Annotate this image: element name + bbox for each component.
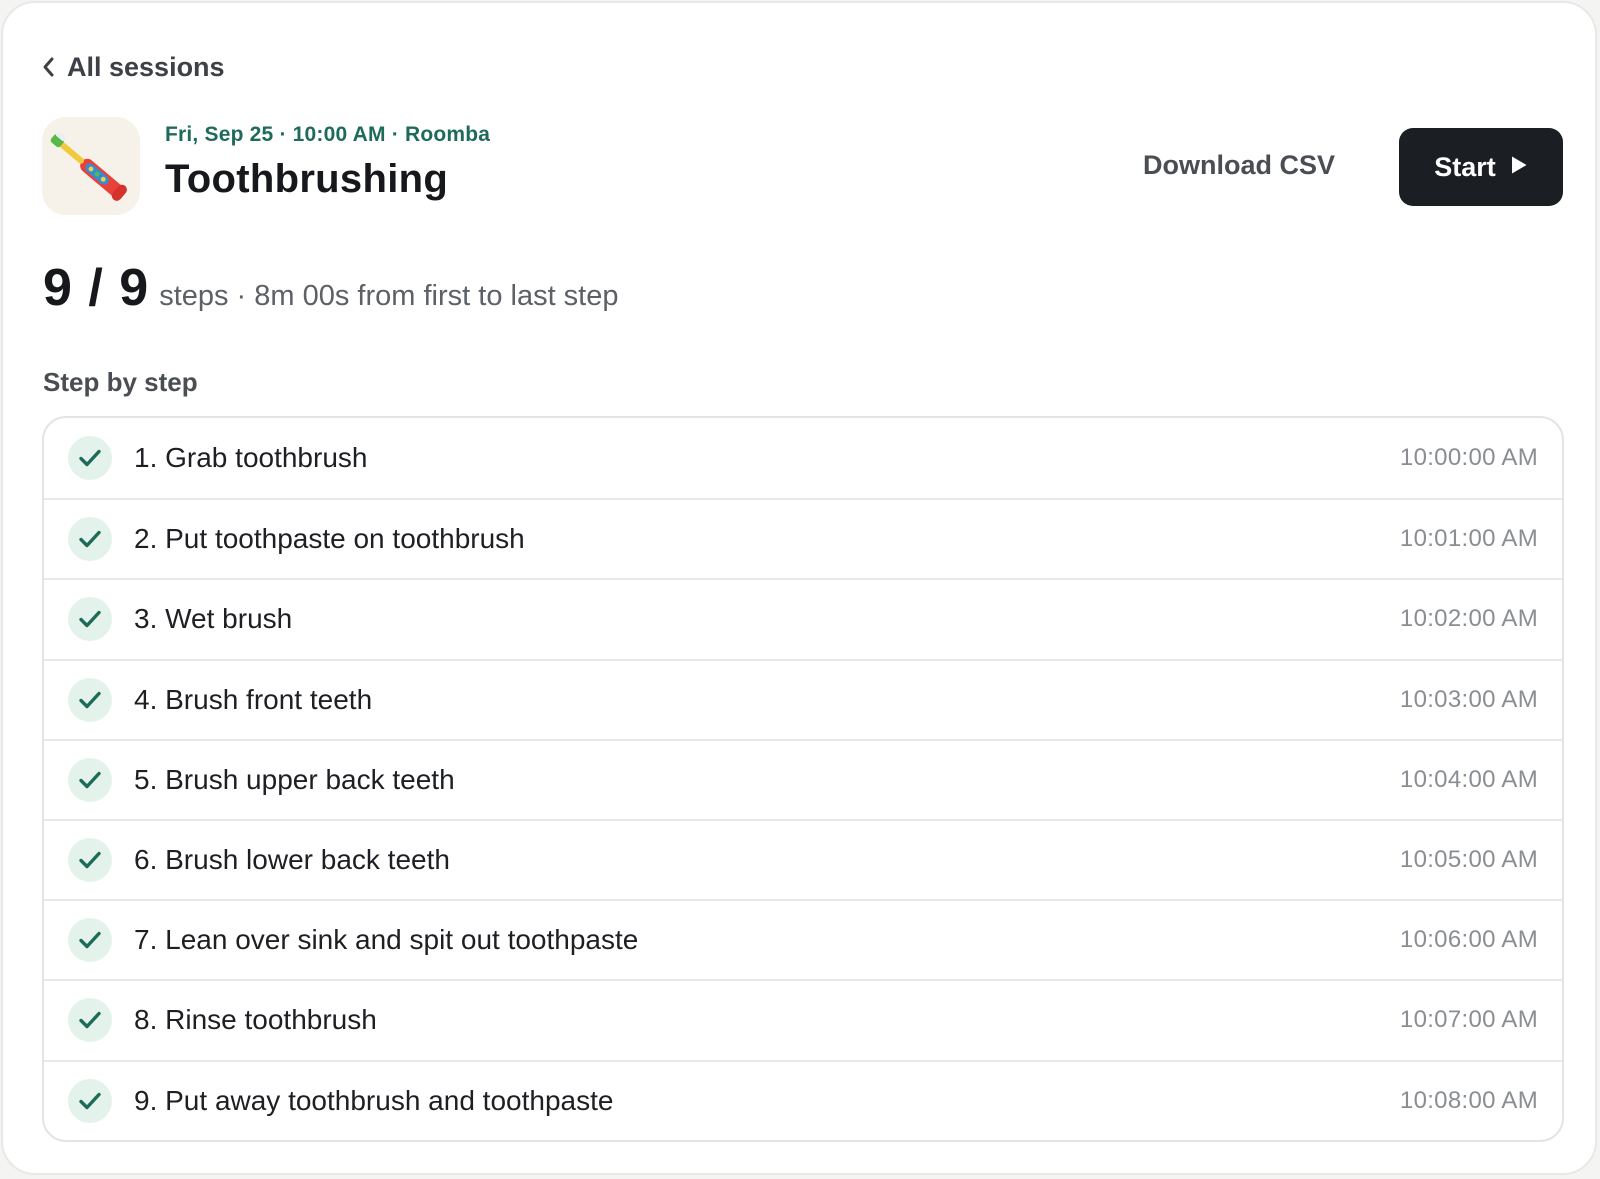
session-meta: Fri, Sep 25 · 10:00 AM · Roomba [165,123,491,146]
start-button-label: Start [1434,151,1496,182]
steps-list: 1. Grab toothbrush 10:00:00 AM 2. Put to… [42,416,1564,1142]
step-time: 10:06:00 AM [1399,926,1538,954]
step-row: 2. Put toothpaste on toothbrush 10:01:00… [44,498,1562,578]
step-time: 10:08:00 AM [1399,1086,1538,1114]
step-row: 8. Rinse toothbrush 10:07:00 AM [44,979,1562,1059]
progress-summary: 9 / 9 steps · 8m 00s from first to last … [43,258,619,318]
check-icon [68,918,112,963]
step-time: 10:02:00 AM [1399,605,1538,633]
check-icon [68,998,112,1043]
step-time: 10:04:00 AM [1399,765,1538,793]
steps-duration-text: steps · 8m 00s from first to last step [159,280,619,312]
check-icon [68,597,112,642]
check-icon [68,677,112,722]
step-time: 10:01:00 AM [1399,525,1538,553]
step-by-step-heading: Step by step [43,367,198,397]
check-icon [68,1078,112,1123]
step-time: 10:05:00 AM [1399,846,1538,874]
step-row: 1. Grab toothbrush 10:00:00 AM [44,418,1562,498]
start-button[interactable]: Start [1399,128,1563,206]
step-label: 7. Lean over sink and spit out toothpast… [134,924,639,956]
check-icon [68,838,112,883]
step-time: 10:03:00 AM [1399,685,1538,713]
steps-completed-count: 9 / 9 [43,259,150,317]
step-label: 5. Brush upper back teeth [134,763,455,795]
step-row: 4. Brush front teeth 10:03:00 AM [44,658,1562,739]
step-label: 8. Rinse toothbrush [134,1004,377,1036]
step-label: 4. Brush front teeth [134,683,373,715]
all-sessions-label: All sessions [67,51,225,82]
page-title: Toothbrushing [165,157,449,201]
step-time: 10:07:00 AM [1399,1006,1538,1034]
step-time: 10:00:00 AM [1399,444,1538,472]
download-csv-button[interactable]: Download CSV [1143,145,1335,185]
step-row: 7. Lean over sink and spit out toothpast… [44,899,1562,979]
toothbrush-icon [42,117,140,215]
session-card: All sessions Fri, Sep 25 · 10:00 AM · Ro… [1,1,1597,1175]
check-icon [68,757,112,802]
step-label: 9. Put away toothbrush and toothpaste [134,1084,614,1116]
chevron-left-icon [41,56,57,78]
step-row: 3. Wet brush 10:02:00 AM [44,578,1562,658]
step-label: 2. Put toothpaste on toothbrush [134,523,525,555]
step-label: 6. Brush lower back teeth [134,844,450,876]
step-row: 5. Brush upper back teeth 10:04:00 AM [44,738,1562,819]
check-icon [68,436,112,481]
check-icon [68,517,112,562]
step-label: 1. Grab toothbrush [134,442,368,474]
step-row: 9. Put away toothbrush and toothpaste 10… [44,1059,1562,1140]
all-sessions-link[interactable]: All sessions [41,49,225,85]
step-label: 3. Wet brush [134,603,293,635]
step-row: 6. Brush lower back teeth 10:05:00 AM [44,818,1562,899]
play-icon [1510,155,1528,180]
